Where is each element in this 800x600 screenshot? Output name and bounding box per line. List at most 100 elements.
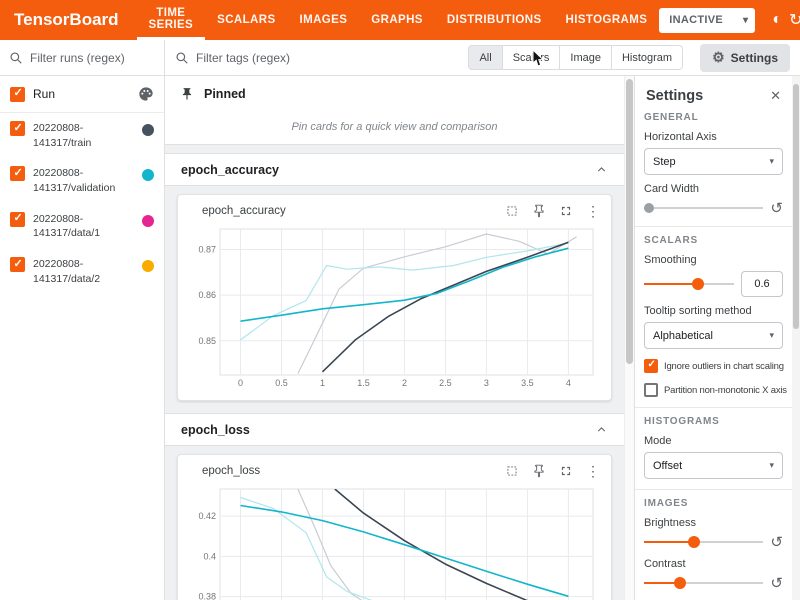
- pinned-title: Pinned: [204, 87, 246, 101]
- settings-button[interactable]: ⚙ Settings: [700, 44, 790, 72]
- fit-to-data-icon[interactable]: [504, 463, 520, 479]
- sub-toolbar: AllScalarsImageHistogram ⚙ Settings: [0, 40, 800, 76]
- run-row[interactable]: 20220808-141317/train: [0, 113, 164, 158]
- run-row[interactable]: 20220808-141317/validation: [0, 158, 164, 203]
- main-scrollbar-thumb[interactable]: [626, 79, 633, 364]
- tab-scalars[interactable]: SCALARS: [205, 0, 287, 40]
- run-row[interactable]: 20220808-141317/data/1: [0, 204, 164, 249]
- slider-thumb[interactable]: [674, 577, 686, 589]
- chevron-up-icon[interactable]: [595, 163, 608, 176]
- svg-text:0.42: 0.42: [198, 511, 216, 521]
- tags-filter-input[interactable]: [196, 51, 453, 65]
- card-zone: epoch_accuracy ⋮ 00.511.522.533.540.850.…: [165, 186, 624, 413]
- smoothing-row: [644, 271, 783, 297]
- reset-icon[interactable]: ↺: [770, 576, 783, 591]
- svg-text:3.5: 3.5: [521, 378, 534, 388]
- chevron-down-icon: ▾: [769, 330, 774, 341]
- svg-text:0.87: 0.87: [198, 245, 216, 255]
- settings-button-label: Settings: [731, 51, 778, 65]
- smoothing-input[interactable]: [741, 271, 783, 297]
- tab-graphs[interactable]: GRAPHS: [359, 0, 435, 40]
- svg-text:3: 3: [484, 378, 489, 388]
- svg-text:0: 0: [238, 378, 243, 388]
- pin-card-icon[interactable]: [531, 203, 547, 219]
- section-header-epoch-loss[interactable]: epoch_loss: [165, 413, 624, 446]
- horizontal-axis-label: Horizontal Axis: [644, 131, 783, 143]
- tab-distributions[interactable]: DISTRIBUTIONS: [435, 0, 554, 40]
- histogram-mode-label: Mode: [644, 435, 783, 447]
- slider-thumb[interactable]: [688, 536, 700, 548]
- fit-to-data-icon[interactable]: [504, 203, 520, 219]
- more-options-icon[interactable]: ⋮: [585, 203, 601, 219]
- window-scrollbar[interactable]: [792, 76, 800, 600]
- slider-thumb[interactable]: [692, 278, 704, 290]
- pin-card-icon[interactable]: [531, 463, 547, 479]
- runs-filter: [0, 40, 165, 75]
- ignore-outliers-checkbox[interactable]: [644, 359, 658, 373]
- tab-histograms[interactable]: HISTOGRAMS: [554, 0, 660, 40]
- more-options-icon[interactable]: ⋮: [585, 463, 601, 479]
- ignore-outliers-row[interactable]: Ignore outliers in chart scaling: [644, 359, 783, 373]
- theme-toggle-icon[interactable]: ◐: [772, 8, 782, 32]
- run-checkbox[interactable]: [10, 257, 25, 272]
- card-width-slider[interactable]: [644, 200, 763, 216]
- run-row[interactable]: 20220808-141317/data/2: [0, 249, 164, 294]
- card-toolbar: ⋮: [504, 463, 601, 479]
- runs-filter-input[interactable]: [30, 51, 155, 65]
- fullscreen-icon[interactable]: [558, 203, 574, 219]
- pin-icon: [180, 87, 194, 101]
- run-label: 20220808-141317/validation: [33, 166, 134, 195]
- select-all-runs-checkbox[interactable]: [10, 87, 25, 102]
- epoch-loss-chart[interactable]: 00.511.522.533.540.360.380.40.42: [186, 483, 601, 600]
- partition-x-axis-row[interactable]: Partition non-monotonic X axis ?: [644, 383, 783, 397]
- general-heading: GENERAL: [644, 112, 783, 123]
- smoothing-slider[interactable]: [644, 276, 734, 292]
- images-heading: IMAGES: [644, 498, 783, 509]
- section-header-epoch-accuracy[interactable]: epoch_accuracy: [165, 153, 624, 186]
- run-checkbox[interactable]: [10, 212, 25, 227]
- app-title: TensorBoard: [14, 10, 119, 30]
- body: Run 20220808-141317/train20220808-141317…: [0, 76, 800, 600]
- tag-filter-scalars[interactable]: Scalars: [503, 45, 561, 70]
- run-label: 20220808-141317/data/2: [33, 257, 134, 286]
- chevron-up-icon[interactable]: [595, 423, 608, 436]
- tag-filter-image[interactable]: Image: [560, 45, 612, 70]
- brightness-slider[interactable]: [644, 534, 763, 550]
- run-checkbox[interactable]: [10, 121, 25, 136]
- tag-filter-histogram[interactable]: Histogram: [612, 45, 683, 70]
- tooltip-sorting-select[interactable]: Alphabetical ▾: [644, 322, 783, 349]
- search-icon: [9, 51, 23, 65]
- window-scrollbar-thumb[interactable]: [793, 84, 799, 329]
- tag-filter-all[interactable]: All: [468, 45, 502, 70]
- settings-title: Settings: [646, 88, 703, 104]
- horizontal-axis-select[interactable]: Step ▾: [644, 148, 783, 175]
- scalar-card-epoch-loss: epoch_loss ⋮ 00.511.522.533.540.360.380.…: [177, 454, 612, 600]
- fullscreen-icon[interactable]: [558, 463, 574, 479]
- run-checkbox[interactable]: [10, 166, 25, 181]
- tab-time-series[interactable]: TIME SERIES: [137, 0, 206, 40]
- contrast-row: ↺: [644, 575, 783, 591]
- svg-text:4: 4: [566, 378, 571, 388]
- reset-icon[interactable]: ↺: [770, 535, 783, 550]
- top-app-bar: TensorBoard TIME SERIESSCALARSIMAGESGRAP…: [0, 0, 800, 40]
- card-width-row: ↺: [644, 200, 783, 216]
- tab-images[interactable]: IMAGES: [288, 0, 360, 40]
- histogram-mode-select[interactable]: Offset ▾: [644, 452, 783, 479]
- run-status-select[interactable]: INACTIVE ▾: [659, 8, 755, 33]
- slider-thumb[interactable]: [644, 203, 654, 213]
- chevron-down-icon: ▾: [769, 156, 774, 167]
- main-scrollbar[interactable]: [624, 76, 634, 600]
- epoch-accuracy-chart[interactable]: 00.511.522.533.540.850.860.87: [186, 223, 601, 391]
- divider: [635, 226, 792, 227]
- ignore-outliers-label: Ignore outliers in chart scaling: [664, 361, 784, 372]
- svg-text:0.38: 0.38: [198, 592, 216, 600]
- card-header: epoch_accuracy ⋮: [186, 201, 603, 223]
- partition-x-axis-label: Partition non-monotonic X axis: [664, 385, 787, 396]
- palette-icon[interactable]: [138, 86, 154, 102]
- contrast-slider[interactable]: [644, 575, 763, 591]
- close-icon[interactable]: ✕: [770, 88, 781, 104]
- brightness-row: ↺: [644, 534, 783, 550]
- refresh-icon[interactable]: ↻: [789, 8, 800, 32]
- partition-x-axis-checkbox[interactable]: [644, 383, 658, 397]
- reset-icon[interactable]: ↺: [770, 201, 783, 216]
